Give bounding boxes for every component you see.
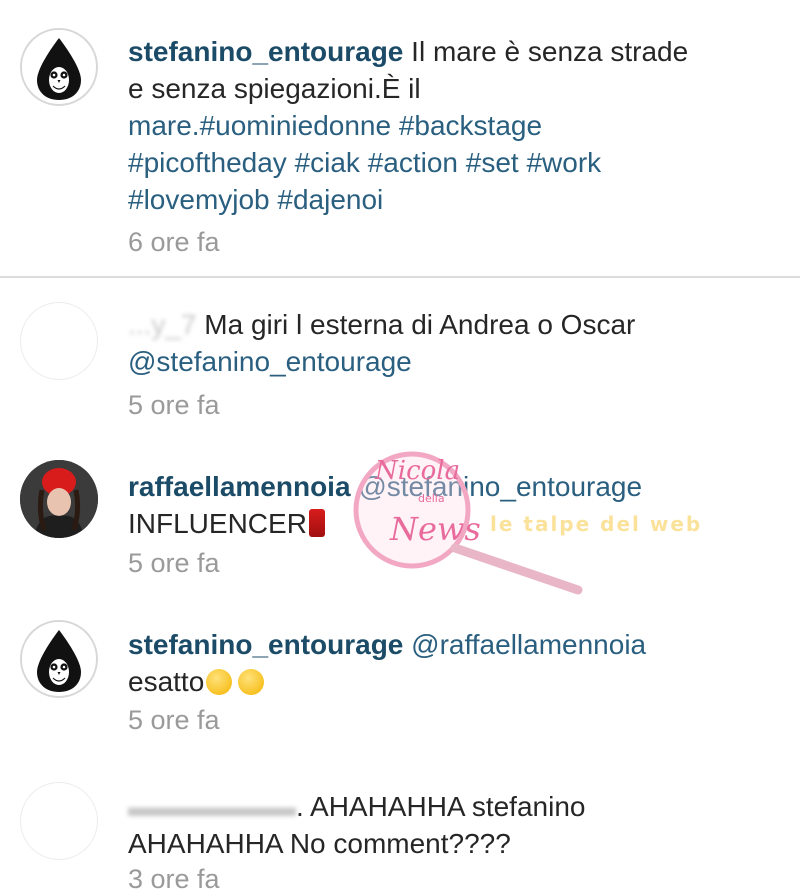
comment-timestamp: 3 ore fa bbox=[128, 864, 220, 894]
caption-line-1: stefanino_entourage Il mare è senza stra… bbox=[128, 36, 689, 67]
mention-link[interactable]: @raffaellamennoia bbox=[411, 629, 646, 660]
owl-logo-icon bbox=[37, 630, 81, 692]
comment-line-1: raffaellamennoia @stefanino_entourage bbox=[128, 468, 770, 505]
caption-line-3[interactable]: mare.#uominiedonne #backstage bbox=[128, 107, 770, 144]
mention-link[interactable]: @stefanino_entourage bbox=[358, 471, 642, 502]
comment-username[interactable]: raffaellamennoia bbox=[128, 471, 351, 502]
caption-username[interactable]: stefanino_entourage bbox=[128, 36, 403, 67]
comment-line-2: esatto bbox=[128, 663, 770, 700]
profile-photo-icon bbox=[20, 460, 98, 538]
mention-link[interactable]: @stefanino_entourage bbox=[128, 343, 770, 380]
avatar[interactable] bbox=[20, 460, 98, 538]
comment-line-1: ...y_7 Ma giri l esterna di Andrea o Osc… bbox=[128, 309, 636, 340]
avatar[interactable] bbox=[20, 28, 98, 106]
comment-item: ...y_7 Ma giri l esterna di Andrea o Osc… bbox=[0, 280, 800, 430]
caption-item: stefanino_entourage Il mare è senza stra… bbox=[0, 0, 800, 272]
comment-line-2: AHAHAHHA No comment???? bbox=[128, 828, 511, 859]
comment-line-2: INFLUENCER bbox=[128, 505, 770, 542]
divider bbox=[0, 276, 800, 278]
ribbon-emoji-icon bbox=[308, 509, 325, 537]
comment-username-obscured[interactable]: ...y_7 bbox=[128, 309, 196, 340]
owl-logo-icon bbox=[37, 38, 81, 100]
avatar[interactable] bbox=[20, 302, 98, 380]
comment-line-1: ▬▬▬▬▬▬. AHAHAHHA stefanino bbox=[128, 791, 586, 822]
caption-line-5[interactable]: #lovemyjob #dajenoi bbox=[128, 181, 770, 218]
comment-username[interactable]: stefanino_entourage bbox=[128, 629, 403, 660]
comment-item: ▬▬▬▬▬▬. AHAHAHHA stefanino AHAHAHHA No c… bbox=[0, 760, 800, 894]
caption-timestamp: 6 ore fa bbox=[128, 227, 220, 257]
caption-line-4[interactable]: #picoftheday #ciak #action #set #work bbox=[128, 144, 770, 181]
winking-emoji-icon bbox=[206, 669, 233, 695]
comment-timestamp: 5 ore fa bbox=[128, 390, 220, 420]
caption-line-2: e senza spiegazioni.È il bbox=[128, 73, 421, 104]
avatar[interactable] bbox=[20, 620, 98, 698]
comment-line-1: stefanino_entourage @raffaellamennoia bbox=[128, 626, 770, 663]
comment-timestamp: 5 ore fa bbox=[128, 548, 220, 578]
avatar[interactable] bbox=[20, 782, 98, 860]
comment-item: raffaellamennoia @stefanino_entourage IN… bbox=[0, 440, 800, 600]
comment-username-obscured[interactable]: ▬▬▬▬▬▬ bbox=[128, 791, 296, 822]
comment-timestamp: 5 ore fa bbox=[128, 705, 220, 735]
laughing-emoji-icon bbox=[238, 669, 265, 695]
comment-item: stefanino_entourage @raffaellamennoia es… bbox=[0, 600, 800, 760]
